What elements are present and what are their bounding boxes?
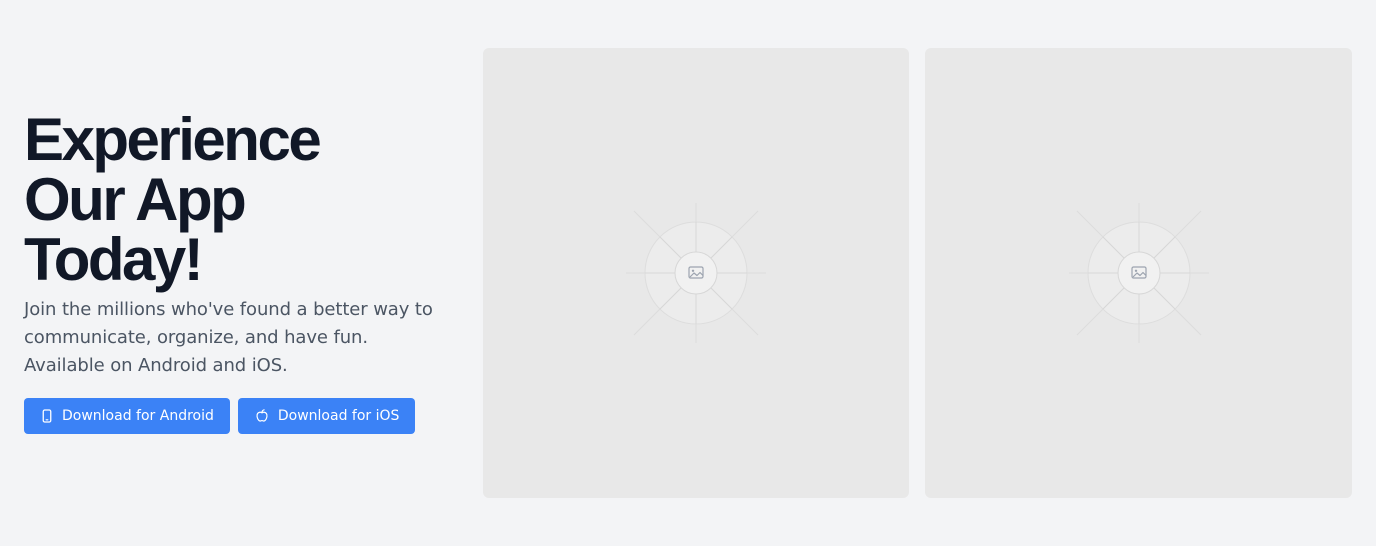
download-android-label: Download for Android (62, 408, 214, 424)
hero-copy: Experience Our App Today! Join the milli… (24, 110, 454, 434)
apple-icon (254, 408, 270, 424)
download-android-button[interactable]: Download for Android (24, 398, 230, 434)
download-ios-label: Download for iOS (277, 408, 400, 424)
smartphone-icon (40, 409, 54, 423)
hero-description: Join the millions who've found a better … (24, 299, 433, 376)
image-placeholder-icon (1064, 198, 1214, 348)
download-button-group: Download for Android Download for iOS (24, 398, 454, 434)
app-screenshot-placeholder-1 (483, 48, 909, 498)
download-ios-button[interactable]: Download for iOS (237, 398, 416, 434)
image-placeholder-icon (621, 198, 771, 348)
hero-headline: Experience Our App Today! (24, 106, 322, 293)
app-screenshot-placeholder-2 (925, 48, 1352, 498)
app-download-hero: Experience Our App Today! Join the milli… (0, 0, 1376, 546)
